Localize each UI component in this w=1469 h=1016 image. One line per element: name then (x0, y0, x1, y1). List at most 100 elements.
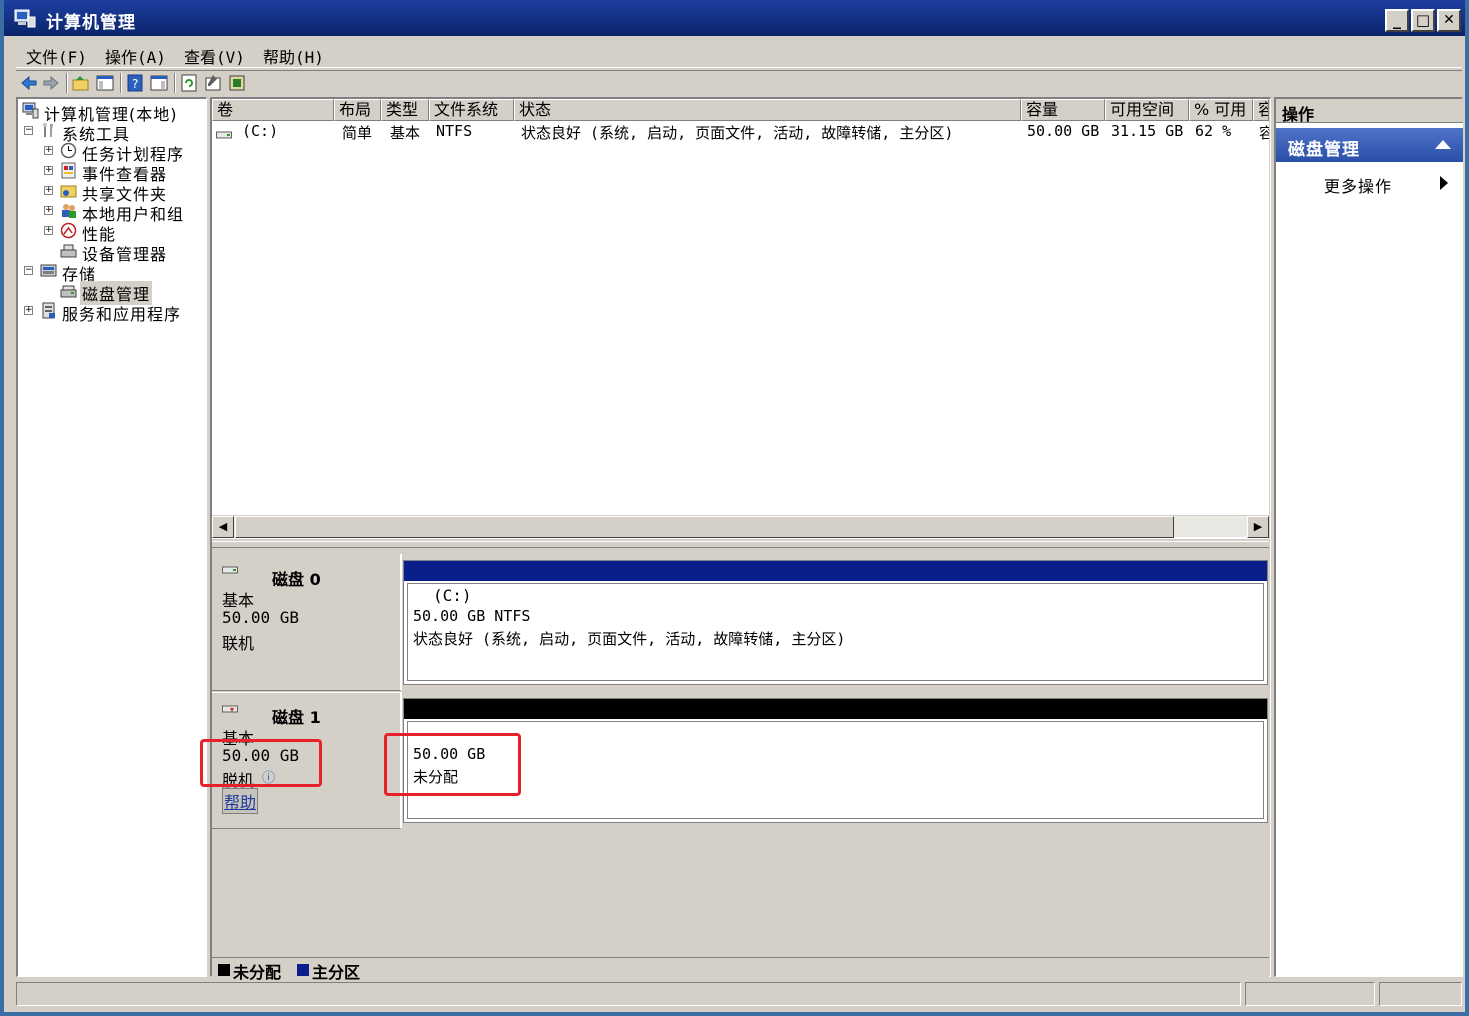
collapse-toggle[interactable]: − (24, 266, 33, 275)
legend-primary-swatch (297, 964, 309, 976)
back-arrow-icon[interactable] (20, 74, 38, 92)
svg-text:?: ? (132, 77, 138, 91)
col-filesystem[interactable]: 文件系统 (429, 99, 514, 121)
cell-filesystem: NTFS (436, 122, 473, 140)
pane-splitter[interactable] (212, 541, 1269, 548)
volume-list-header: 卷 布局 类型 文件系统 状态 容量 可用空间 % 可用 容 (212, 99, 1269, 121)
actions-header: 操作 (1276, 99, 1463, 124)
col-free-space[interactable]: 可用空间 (1105, 99, 1189, 121)
disk-icon (222, 560, 238, 579)
volume-drive-icon (216, 126, 232, 144)
cell-more: 容 (1259, 124, 1269, 142)
col-more[interactable]: 容 (1253, 99, 1269, 121)
clock-icon (60, 142, 77, 159)
toolbar: ? (16, 70, 1462, 95)
scroll-left-button[interactable]: ◀ (212, 516, 234, 538)
menu-file[interactable]: 文件(F) (26, 44, 87, 68)
properties-icon[interactable] (204, 74, 222, 92)
expand-toggle[interactable]: + (44, 226, 53, 235)
content-pane: 卷 布局 类型 文件系统 状态 容量 可用空间 % 可用 容 (C:) 简单 基… (200, 97, 1271, 982)
partition-status: 状态良好 (系统, 启动, 页面文件, 活动, 故障转储, 主分区) (413, 630, 846, 648)
shared-folder-icon (60, 182, 77, 199)
disk-0-partition[interactable]: (C:) 50.00 GB NTFS 状态良好 (系统, 启动, 页面文件, 活… (403, 560, 1268, 685)
disk-0-info[interactable]: 磁盘 0 基本 50.00 GB 联机 (212, 554, 402, 691)
more-actions-item[interactable]: 更多操作 (1324, 173, 1392, 197)
forward-arrow-icon[interactable] (42, 74, 60, 92)
navigation-tree: 计算机管理(本地) − 系统工具 + 任务计划程序 + 事件查看器 + 共享文件… (16, 97, 207, 977)
primary-partition-bar (404, 561, 1267, 581)
col-type[interactable]: 类型 (381, 99, 429, 121)
cell-free-space: 31.15 GB (1111, 122, 1184, 140)
disk-1-name: 磁盘 1 (272, 708, 321, 727)
disk-0-name: 磁盘 0 (272, 570, 321, 589)
submenu-arrow-icon (1440, 176, 1448, 190)
tree-label-services-apps: 服务和应用程序 (62, 305, 182, 324)
expand-toggle[interactable]: + (44, 206, 53, 215)
help-icon[interactable]: ? (126, 74, 144, 92)
menu-view[interactable]: 查看(V) (184, 44, 245, 68)
users-icon (60, 202, 77, 219)
actions-section-disk-management[interactable]: 磁盘管理 (1276, 128, 1463, 162)
show-hide-action-pane-icon[interactable] (150, 74, 168, 92)
event-viewer-icon (60, 162, 77, 179)
scroll-thumb[interactable] (235, 516, 1174, 538)
title-bar[interactable]: 计算机管理 _ □ ✕ (4, 0, 1465, 36)
maximize-button[interactable]: □ (1411, 9, 1435, 32)
expand-toggle[interactable]: + (44, 166, 53, 175)
partition-size-fs: 50.00 GB NTFS (413, 607, 531, 625)
show-hide-tree-icon[interactable] (96, 74, 114, 92)
status-cell-main (16, 982, 1241, 1006)
partition-label: (C:) (433, 586, 472, 605)
disk-1-partition[interactable]: 50.00 GB 未分配 (403, 698, 1268, 823)
legend-unallocated-swatch (218, 964, 230, 976)
legend-unallocated-label: 未分配 (233, 963, 282, 982)
computer-icon (22, 102, 39, 119)
cell-layout: 简单 (342, 124, 373, 142)
highlight-box-unallocated (384, 733, 521, 796)
status-cell-2 (1245, 982, 1375, 1006)
expand-toggle[interactable]: + (44, 186, 53, 195)
disk-0-size: 50.00 GB (222, 608, 300, 627)
help-link[interactable]: 帮助 (222, 788, 259, 814)
cell-volume: (C:) (242, 122, 279, 140)
partition-body: 50.00 GB 未分配 (407, 721, 1264, 819)
menu-help[interactable]: 帮助(H) (263, 44, 324, 68)
col-percent-free[interactable]: % 可用 (1189, 99, 1253, 121)
horizontal-scrollbar[interactable]: ◀ ▶ (212, 515, 1269, 538)
col-layout[interactable]: 布局 (334, 99, 381, 121)
col-capacity[interactable]: 容量 (1021, 99, 1105, 121)
disk-management-icon (60, 282, 77, 299)
disk-settings-icon[interactable] (228, 74, 246, 92)
menu-bar: 文件(F) 操作(A) 查看(V) 帮助(H) (16, 38, 1462, 68)
cell-percent-free: 62 % (1195, 122, 1232, 140)
close-button[interactable]: ✕ (1437, 9, 1461, 32)
offline-disk-icon (222, 701, 238, 720)
highlight-box-disk-size-status (200, 739, 322, 787)
scroll-right-button[interactable]: ▶ (1247, 516, 1269, 538)
minimize-button[interactable]: _ (1385, 9, 1409, 32)
expand-toggle[interactable]: + (44, 146, 53, 155)
legend: 未分配 主分区 (212, 957, 1269, 982)
expand-toggle[interactable]: + (24, 306, 33, 315)
up-folder-icon[interactable] (72, 74, 90, 92)
refresh-icon[interactable] (180, 74, 198, 92)
collapse-toggle[interactable]: − (24, 126, 33, 135)
tools-icon (40, 122, 57, 139)
status-bar (16, 982, 1462, 1008)
cell-status: 状态良好 (系统, 启动, 页面文件, 活动, 故障转储, 主分区) (521, 124, 954, 142)
actions-section-title: 磁盘管理 (1288, 140, 1360, 160)
window-title: 计算机管理 (46, 13, 136, 33)
collapse-up-icon[interactable] (1435, 140, 1451, 149)
services-icon (40, 302, 57, 319)
computer-management-window: 计算机管理 _ □ ✕ 文件(F) 操作(A) 查看(V) 帮助(H) ? 计算… (0, 0, 1469, 1016)
col-status[interactable]: 状态 (514, 99, 1021, 121)
storage-icon (40, 262, 57, 279)
computer-management-icon (14, 9, 36, 29)
actions-title: 操作 (1282, 105, 1315, 124)
status-cell-3 (1379, 982, 1462, 1006)
menu-action[interactable]: 操作(A) (105, 44, 166, 68)
col-volume[interactable]: 卷 (212, 99, 334, 121)
actions-pane: 操作 磁盘管理 更多操作 (1274, 97, 1463, 977)
cell-capacity: 50.00 GB (1027, 122, 1100, 140)
partition-body: (C:) 50.00 GB NTFS 状态良好 (系统, 启动, 页面文件, 活… (407, 583, 1264, 681)
